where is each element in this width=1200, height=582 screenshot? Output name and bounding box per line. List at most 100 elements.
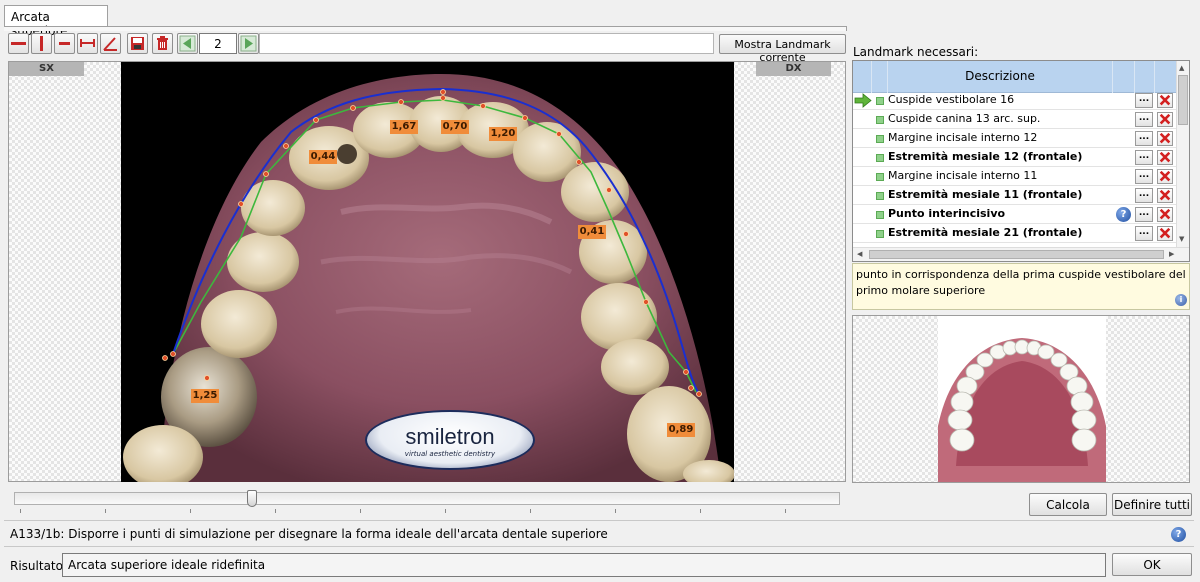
logo-text: smiletron xyxy=(405,424,495,449)
help-icon[interactable]: ? xyxy=(1171,527,1186,542)
edit-button[interactable]: ... xyxy=(1135,226,1153,241)
edit-button[interactable]: ... xyxy=(1135,207,1153,222)
tab-arcata-superiore[interactable]: Arcata superiore xyxy=(4,5,108,38)
delete-landmark-button[interactable] xyxy=(1157,112,1173,127)
status-square-icon xyxy=(876,135,884,143)
delete-landmark-button[interactable] xyxy=(1157,169,1173,184)
page-number-input[interactable]: 2 xyxy=(199,33,237,54)
edit-button[interactable]: ... xyxy=(1135,93,1153,108)
landmark-description: punto in corrispondenza della prima cusp… xyxy=(852,263,1190,310)
calcola-button[interactable]: Calcola xyxy=(1029,493,1107,516)
zoom-slider-track[interactable] xyxy=(14,492,840,505)
dental-arch-photo[interactable]: 1,67 0,70 1,20 0,44 0,41 1,25 0,89 smile… xyxy=(121,62,734,482)
landmark-label: Estremità mesiale 12 (frontale) xyxy=(888,150,1083,163)
edit-button[interactable]: ... xyxy=(1135,112,1153,127)
show-current-landmark-button[interactable]: Mostra Landmark corrente xyxy=(719,34,846,64)
table-horizontal-scrollbar[interactable]: ◀ ▶ xyxy=(853,247,1189,261)
smiletron-logo: smiletron virtual aesthetic dentistry xyxy=(365,410,535,470)
status-square-icon xyxy=(876,192,884,200)
table-row[interactable]: Margine incisale interno 11 ... xyxy=(853,167,1177,186)
close-icon xyxy=(1159,132,1171,144)
close-icon xyxy=(1159,227,1171,239)
status-square-icon xyxy=(876,97,884,105)
horizontal-line-icon xyxy=(11,42,26,45)
edit-button[interactable]: ... xyxy=(1135,169,1153,184)
landmark-label: Punto interincisivo xyxy=(888,207,1006,220)
arch-preview-image xyxy=(938,316,1106,482)
slider-tick xyxy=(785,509,786,513)
slider-tick xyxy=(20,509,21,513)
table-row[interactable]: Punto interincisivo ? ... xyxy=(853,205,1177,224)
status-square-icon xyxy=(876,230,884,238)
current-landmark-arrow-icon xyxy=(854,93,872,108)
scroll-down-icon[interactable]: ▼ xyxy=(1179,235,1184,243)
ok-button[interactable]: OK xyxy=(1112,553,1192,576)
left-side-label: SX xyxy=(9,62,84,76)
edit-button[interactable]: ... xyxy=(1135,150,1153,165)
close-icon xyxy=(1159,208,1171,220)
landmark-label: Cuspide vestibolare 16 xyxy=(888,93,1015,106)
right-side-label: DX xyxy=(756,62,831,76)
close-icon xyxy=(1159,94,1171,106)
short-line-tool-button[interactable] xyxy=(54,33,75,54)
vertical-line-tool-button[interactable] xyxy=(31,33,52,54)
delete-landmark-button[interactable] xyxy=(1157,93,1173,108)
table-vertical-scrollbar[interactable]: ▲ ▼ xyxy=(1176,61,1189,248)
scroll-thumb[interactable] xyxy=(869,250,1164,259)
table-row[interactable]: Estremità mesiale 11 (frontale) ... xyxy=(853,186,1177,205)
status-square-icon xyxy=(876,211,884,219)
delete-button[interactable] xyxy=(152,33,173,54)
scroll-left-icon[interactable]: ◀ xyxy=(857,250,862,258)
table-row[interactable]: Estremità mesiale 12 (frontale) ... xyxy=(853,148,1177,167)
table-row[interactable]: Cuspide vestibolare 16 ... xyxy=(853,91,1177,110)
zoom-slider-thumb[interactable] xyxy=(247,490,257,507)
measurement-label: 0,41 xyxy=(578,225,606,239)
delete-landmark-button[interactable] xyxy=(1157,131,1173,146)
result-field: Arcata superiore ideale ridefinita xyxy=(62,553,1106,577)
landmark-label: Margine incisale interno 11 xyxy=(888,169,1038,182)
vertical-line-icon xyxy=(40,36,43,51)
measurement-label: 0,89 xyxy=(667,423,695,437)
landmark-label: Cuspide canina 13 arc. sup. xyxy=(888,112,1041,125)
info-icon[interactable]: i xyxy=(1175,294,1187,306)
landmark-label: Margine incisale interno 12 xyxy=(888,131,1038,144)
previous-button[interactable] xyxy=(177,33,198,54)
table-row[interactable]: Cuspide canina 13 arc. sup. ... xyxy=(853,110,1177,129)
scroll-thumb[interactable] xyxy=(1178,75,1188,125)
landmark-label: Estremità mesiale 11 (frontale) xyxy=(888,188,1083,201)
column-header-description[interactable]: Descrizione xyxy=(888,61,1113,93)
delete-landmark-button[interactable] xyxy=(1157,188,1173,203)
edit-button[interactable]: ... xyxy=(1135,131,1153,146)
next-button[interactable] xyxy=(238,33,259,54)
delete-landmark-button[interactable] xyxy=(1157,150,1173,165)
status-square-icon xyxy=(876,116,884,124)
result-label: Risultato: xyxy=(10,559,68,573)
distance-tool-button[interactable] xyxy=(77,33,98,54)
angle-tool-button[interactable] xyxy=(100,33,121,54)
status-square-icon xyxy=(876,173,884,181)
arrow-left-icon xyxy=(179,35,196,52)
slider-tick xyxy=(105,509,106,513)
edit-button[interactable]: ... xyxy=(1135,188,1153,203)
arrow-right-icon xyxy=(240,35,257,52)
slider-tick xyxy=(360,509,361,513)
scroll-right-icon[interactable]: ▶ xyxy=(1169,250,1174,258)
save-button[interactable] xyxy=(127,33,148,54)
landmarks-table: Descrizione Cuspide vestibolare 16 ... C… xyxy=(852,60,1190,262)
delete-landmark-button[interactable] xyxy=(1157,207,1173,222)
table-row[interactable]: Margine incisale interno 12 ... xyxy=(853,129,1177,148)
define-all-button[interactable]: Definire tutti xyxy=(1112,493,1192,516)
status-square-icon xyxy=(876,154,884,162)
close-icon xyxy=(1159,189,1171,201)
scroll-up-icon[interactable]: ▲ xyxy=(1179,64,1184,72)
help-icon[interactable]: ? xyxy=(1116,207,1131,222)
tab-strip xyxy=(4,26,847,31)
table-row[interactable]: Estremità mesiale 21 (frontale) ... xyxy=(853,224,1177,243)
slider-tick xyxy=(275,509,276,513)
table-header: Descrizione xyxy=(853,61,1177,93)
horizontal-line-tool-button[interactable] xyxy=(8,33,29,54)
description-text: punto in corrispondenza della prima cusp… xyxy=(856,268,1186,297)
slider-tick xyxy=(445,509,446,513)
trash-icon xyxy=(157,36,168,50)
delete-landmark-button[interactable] xyxy=(1157,226,1173,241)
